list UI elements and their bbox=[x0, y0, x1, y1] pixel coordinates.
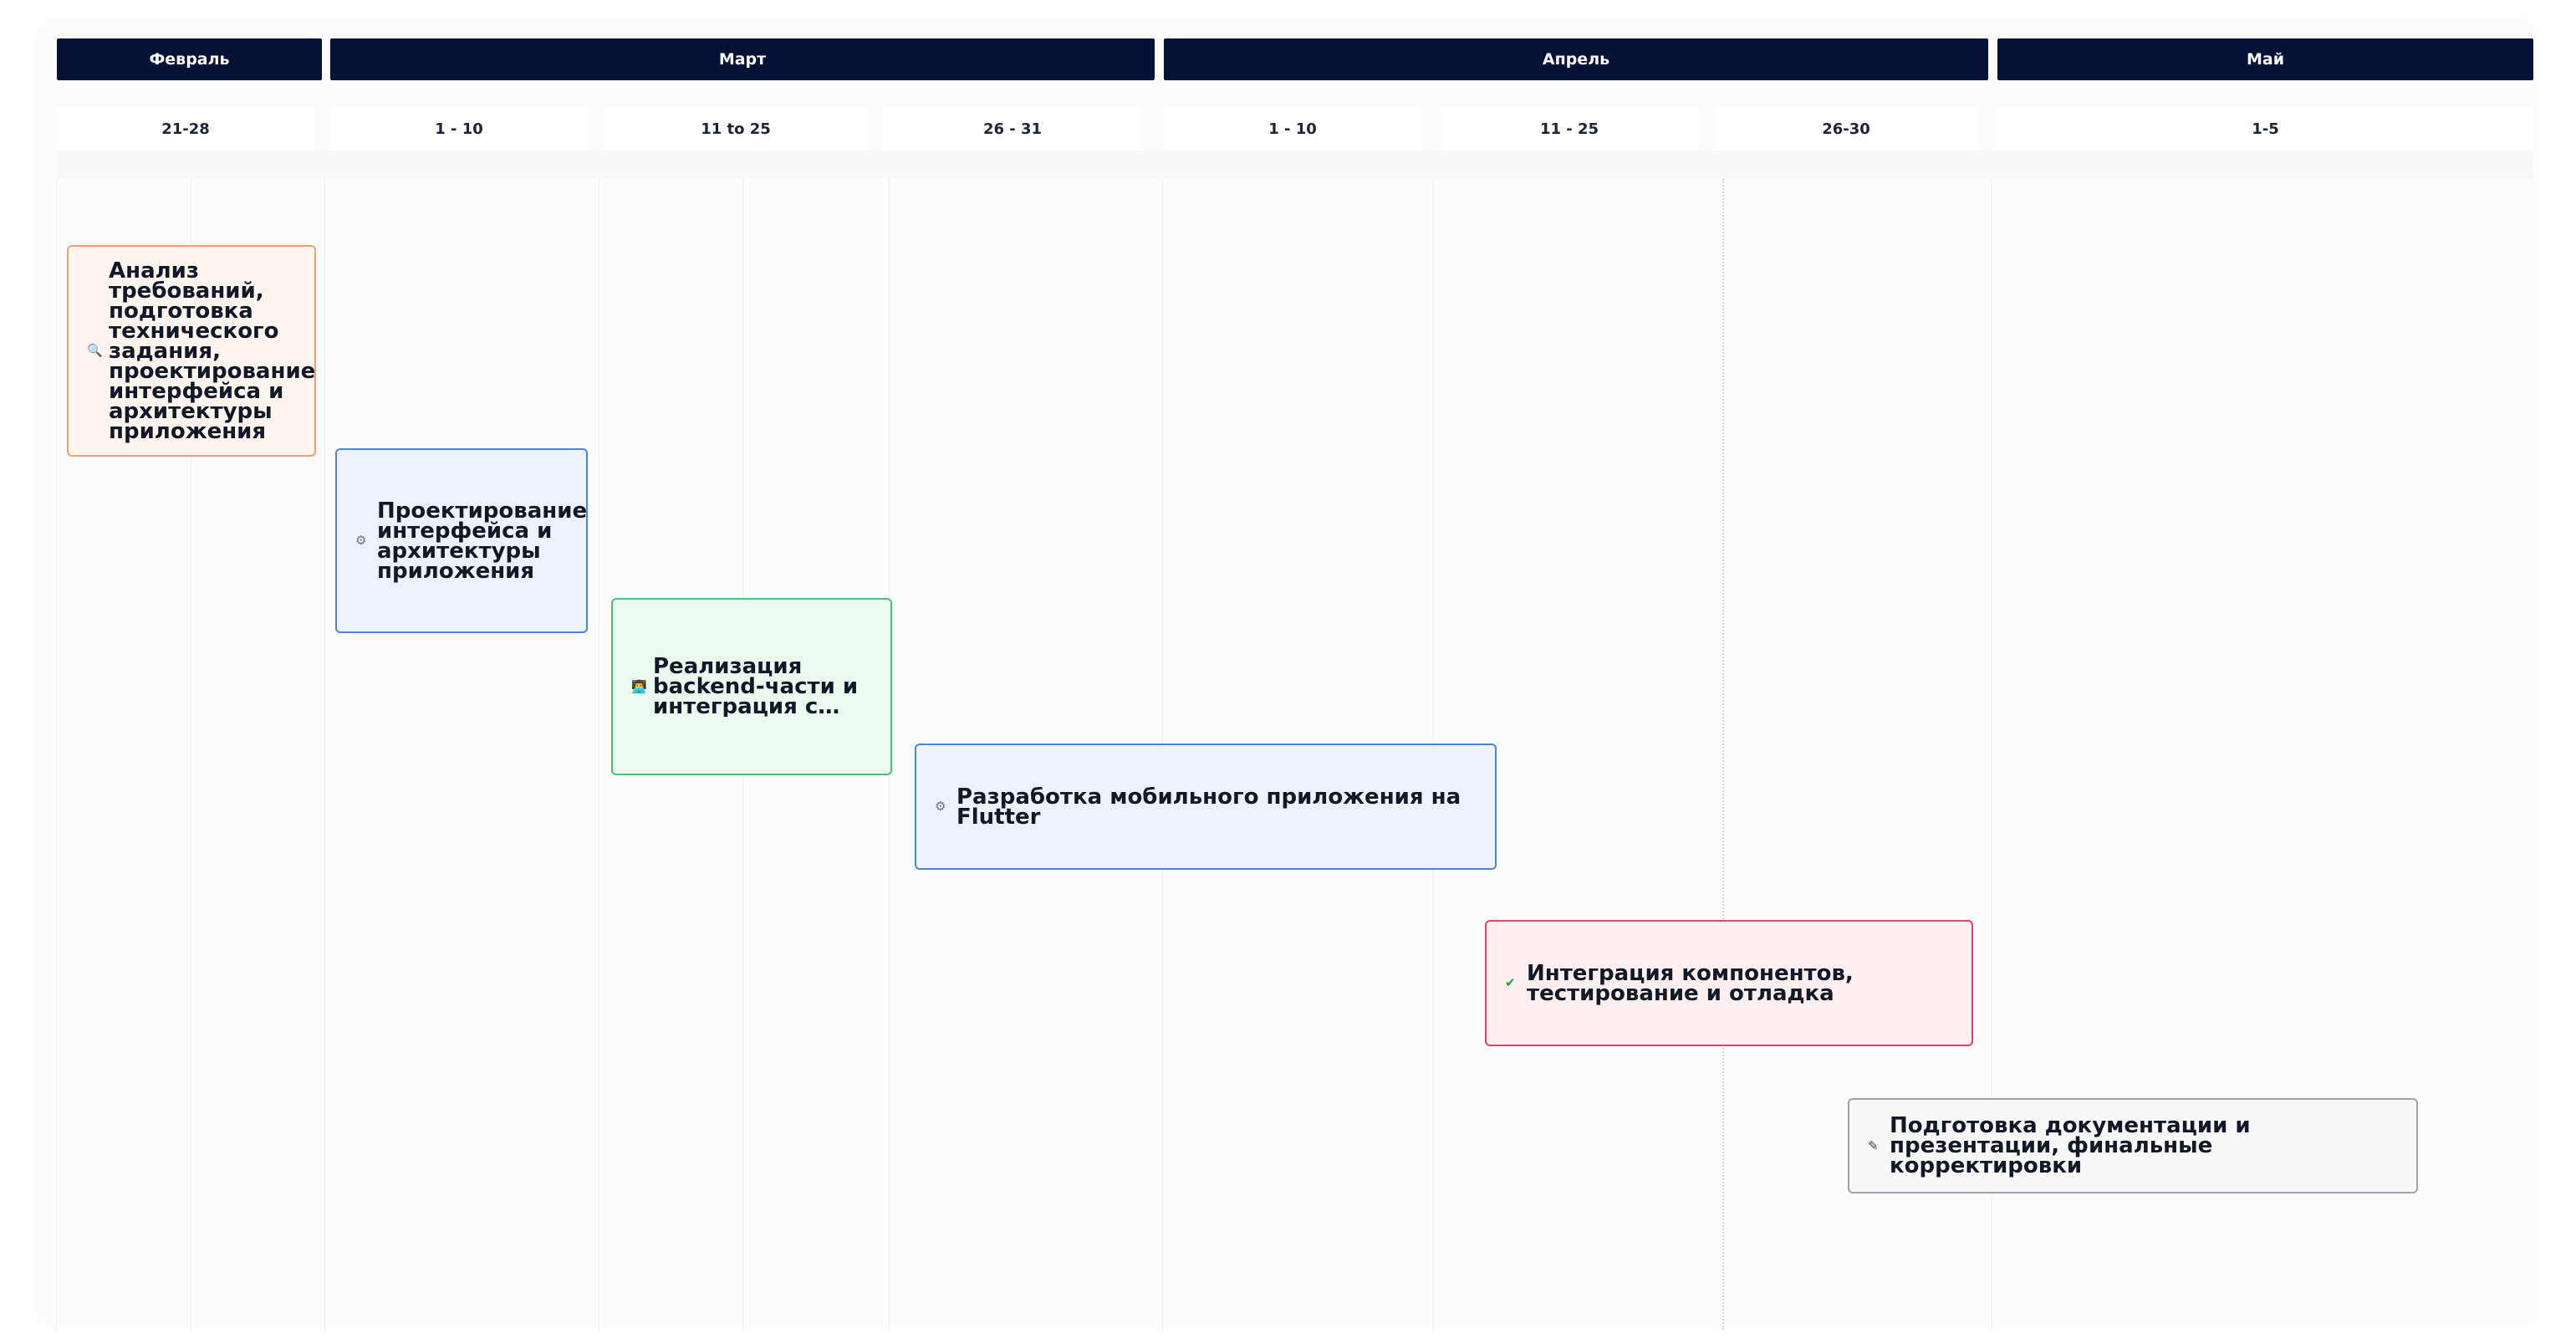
gear-icon: ⚙ bbox=[935, 799, 946, 814]
period-header: 11 - 25 bbox=[1441, 107, 1698, 151]
task-card-documentation[interactable]: ✎ Подготовка документации и презентации,… bbox=[1848, 1098, 2418, 1193]
task-label: Интеграция компонентов, тестирование и о… bbox=[1527, 960, 1854, 1006]
task-card-flutter-app[interactable]: ⚙ Разработка мобильного приложения на Fl… bbox=[915, 744, 1497, 870]
task-label: Анализ требований, подготовка техническо… bbox=[109, 258, 316, 444]
task-label: Разработка мобильного приложения на Flut… bbox=[956, 784, 1461, 830]
task-label: Проектирование интерфейса и архитектуры … bbox=[377, 498, 588, 584]
magnifier-icon: 🔍 bbox=[87, 343, 103, 358]
period-header: 1-5 bbox=[1997, 107, 2533, 151]
pencil-icon: ✎ bbox=[1868, 1137, 1879, 1153]
developer-icon: 👨‍💻 bbox=[631, 678, 647, 694]
gear-icon: ⚙ bbox=[355, 533, 367, 548]
task-card-backend-telegram[interactable]: 👨‍💻 Реализация backend-части и интеграци… bbox=[611, 598, 892, 775]
task-label: Реализация backend-части и интеграция с … bbox=[653, 657, 859, 717]
check-icon: ✔ bbox=[1505, 975, 1516, 990]
task-card-integration-testing[interactable]: ✔ Интеграция компонентов, тестирование и… bbox=[1485, 920, 1973, 1046]
grid-line bbox=[56, 179, 57, 1330]
task-card-requirements-analysis[interactable]: 🔍 Анализ требований, подготовка техничес… bbox=[67, 245, 316, 457]
period-header: 1 - 10 bbox=[1164, 107, 1421, 151]
period-header: 26-30 bbox=[1717, 107, 1975, 151]
header-spacer-band bbox=[57, 151, 2533, 179]
period-header: 21-28 bbox=[57, 107, 314, 151]
period-header: 11 to 25 bbox=[607, 107, 865, 151]
month-header-march: Март bbox=[330, 38, 1155, 80]
period-header: 1 - 10 bbox=[330, 107, 588, 151]
period-header: 26 - 31 bbox=[884, 107, 1141, 151]
grid-line-dotted bbox=[1722, 179, 1724, 1330]
task-card-ui-design[interactable]: ⚙ Проектирование интерфейса и архитектур… bbox=[335, 448, 588, 633]
task-label: Подготовка документации и презентации, ф… bbox=[1890, 1113, 2251, 1178]
month-header-february: Февраль bbox=[57, 38, 322, 80]
month-header-may: Май bbox=[1997, 38, 2533, 80]
grid-line bbox=[324, 179, 325, 1330]
month-header-april: Апрель bbox=[1164, 38, 1988, 80]
